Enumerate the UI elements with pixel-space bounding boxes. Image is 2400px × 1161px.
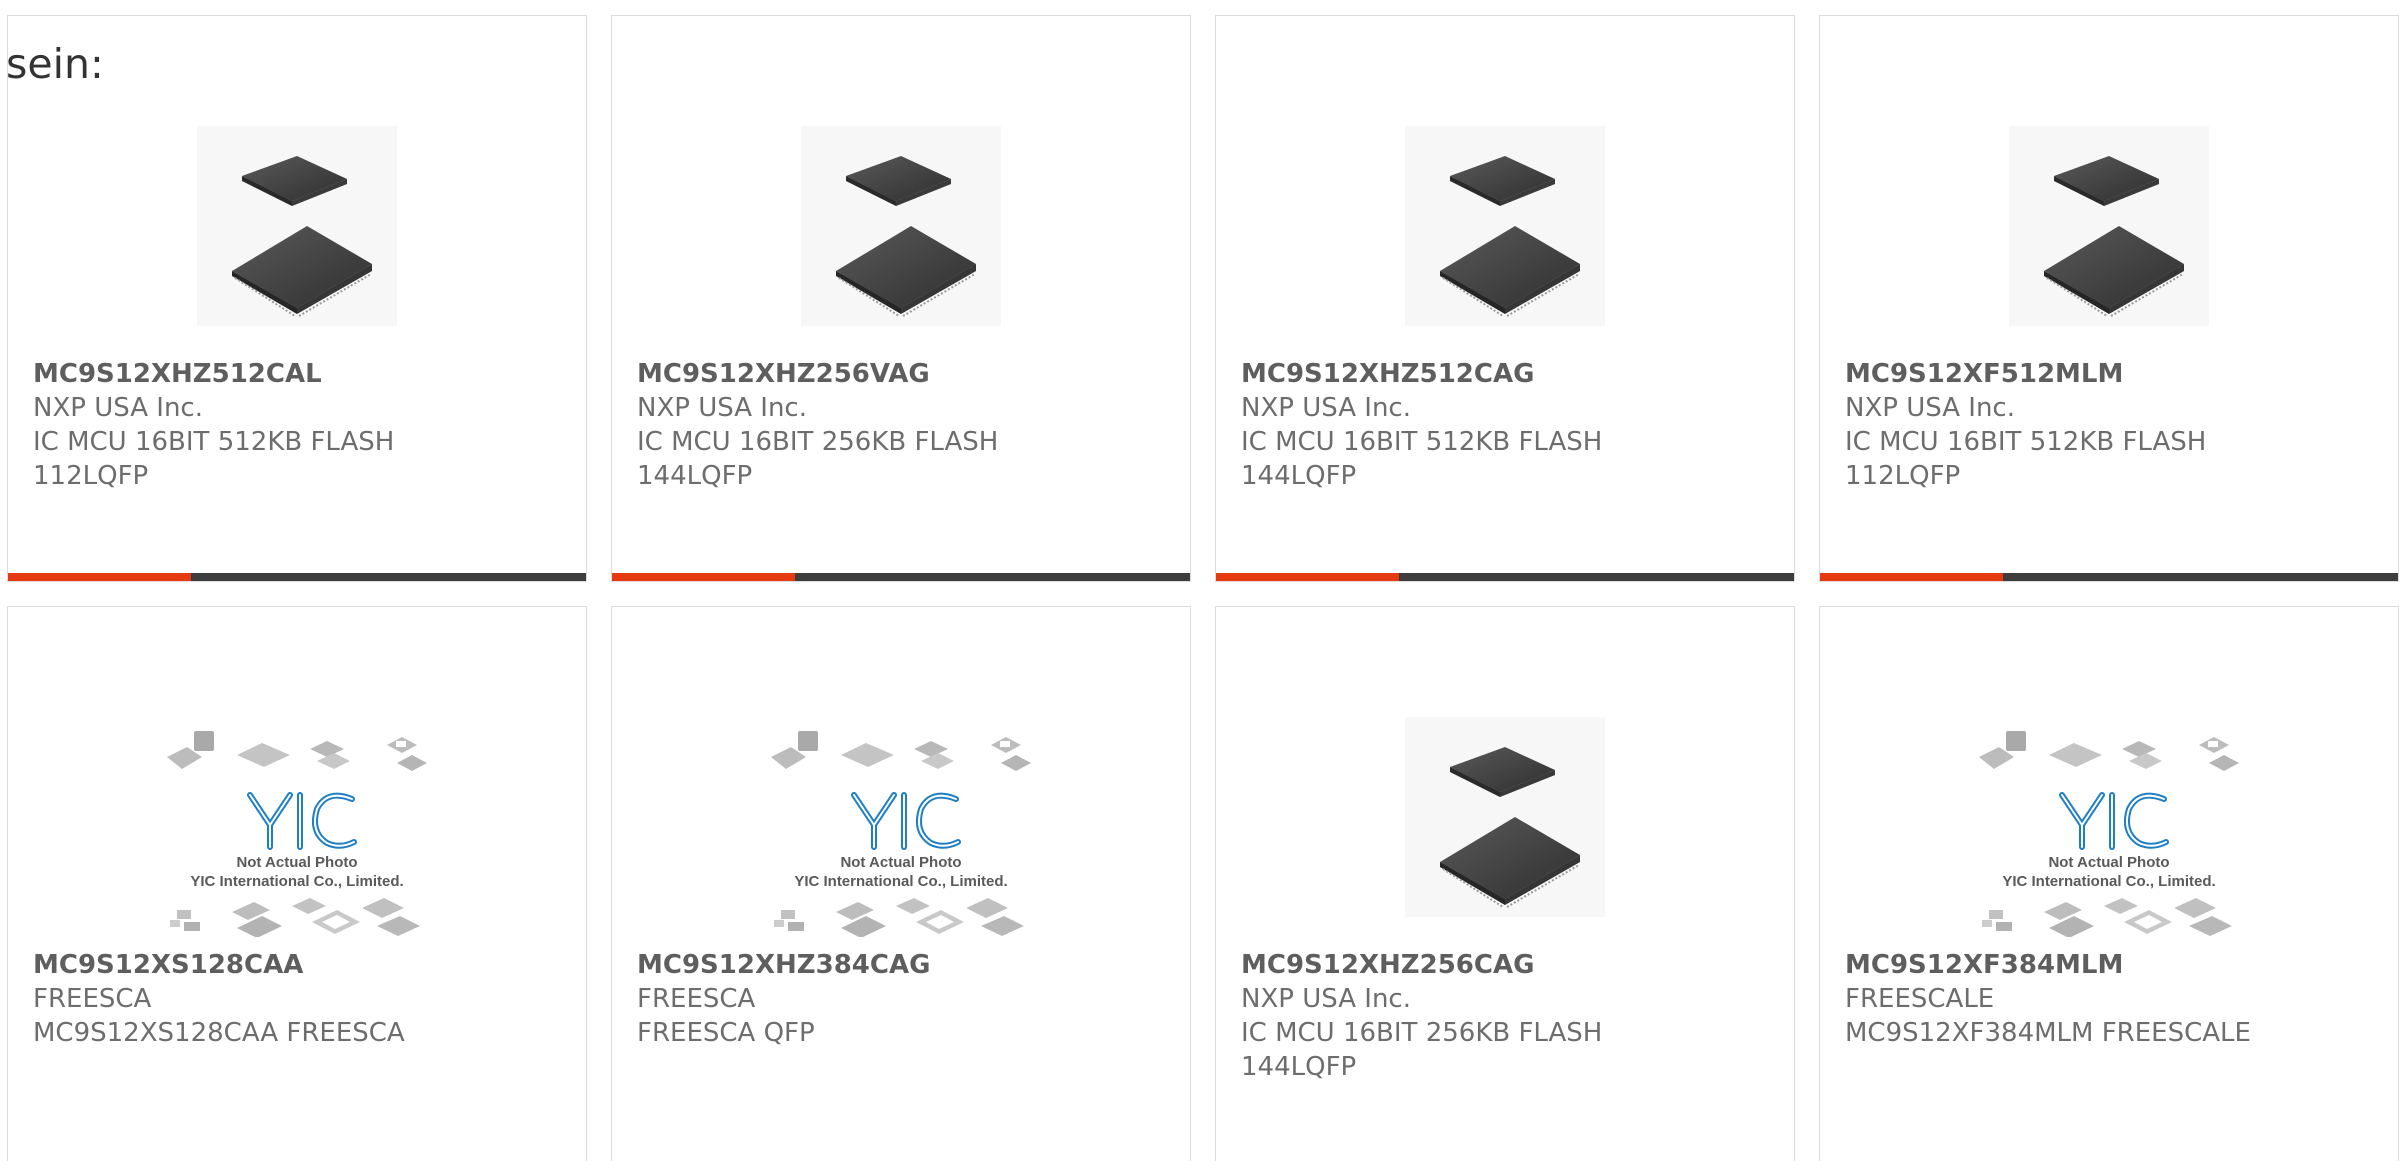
manufacturer: FREESCALE: [1845, 984, 1995, 1014]
section-heading: sein:: [6, 40, 104, 88]
product-info: MC9S12XHZ256CAG NXP USA Inc. IC MCU 16BI…: [1241, 948, 1761, 1084]
part-number-link[interactable]: MC9S12XHZ512CAG: [1241, 357, 1761, 391]
description: IC MCU 16BIT 256KB FLASH: [1241, 1018, 1603, 1048]
package: 112LQFP: [33, 461, 149, 491]
manufacturer: NXP USA Inc.: [1241, 984, 1411, 1014]
product-card[interactable]: Not Actual Photo YIC International Co., …: [611, 606, 1191, 1161]
product-card[interactable]: MC9S12XHZ256VAG NXP USA Inc. IC MCU 16BI…: [611, 15, 1191, 582]
manufacturer: NXP USA Inc.: [1845, 393, 2015, 423]
card-bottom-bar: [1216, 573, 1794, 581]
package: 112LQFP: [1845, 461, 1961, 491]
product-grid: MC9S12XHZ512CAL NXP USA Inc. IC MCU 16BI…: [7, 15, 2400, 1161]
product-card[interactable]: Not Actual Photo YIC International Co., …: [1819, 606, 2399, 1161]
description: IC MCU 16BIT 512KB FLASH: [1845, 427, 2207, 457]
placeholder-line1: Not Actual Photo: [840, 854, 961, 871]
placeholder-line2: YIC International Co., Limited.: [2002, 873, 2215, 890]
manufacturer: FREESCA: [637, 984, 756, 1014]
part-number-link[interactable]: MC9S12XHZ384CAG: [637, 948, 1157, 982]
part-number-link[interactable]: MC9S12XHZ256CAG: [1241, 948, 1761, 982]
not-actual-photo-icon: Not Actual Photo YIC International Co., …: [1979, 731, 2239, 937]
not-actual-photo-icon: Not Actual Photo YIC International Co., …: [167, 731, 427, 937]
product-card[interactable]: Not Actual Photo YIC International Co., …: [7, 606, 587, 1161]
product-info: MC9S12XHZ256VAG NXP USA Inc. IC MCU 16BI…: [637, 357, 1157, 493]
qfp-chip-icon: [801, 126, 1001, 326]
product-image[interactable]: Not Actual Photo YIC International Co., …: [8, 657, 586, 977]
package: 144LQFP: [1241, 461, 1357, 491]
qfp-chip-icon: [197, 126, 397, 326]
qfp-chip-icon: [2009, 126, 2209, 326]
product-info: MC9S12XS128CAA FREESCA MC9S12XS128CAA FR…: [33, 948, 553, 1050]
card-accent: [8, 573, 191, 581]
placeholder-line2: YIC International Co., Limited.: [190, 873, 403, 890]
placeholder-line1: Not Actual Photo: [2048, 854, 2169, 871]
qfp-chip-icon: [1405, 126, 1605, 326]
product-image[interactable]: [1216, 66, 1794, 386]
description: IC MCU 16BIT 256KB FLASH: [637, 427, 999, 457]
product-card[interactable]: MC9S12XHZ256CAG NXP USA Inc. IC MCU 16BI…: [1215, 606, 1795, 1161]
part-number-link[interactable]: MC9S12XS128CAA: [33, 948, 553, 982]
product-info: MC9S12XHZ512CAG NXP USA Inc. IC MCU 16BI…: [1241, 357, 1761, 493]
placeholder-line1: Not Actual Photo: [236, 854, 357, 871]
not-actual-photo-icon: Not Actual Photo YIC International Co., …: [771, 731, 1031, 937]
part-number-link[interactable]: MC9S12XHZ256VAG: [637, 357, 1157, 391]
part-number-link[interactable]: MC9S12XF384MLM: [1845, 948, 2365, 982]
product-card[interactable]: MC9S12XHZ512CAG NXP USA Inc. IC MCU 16BI…: [1215, 15, 1795, 582]
card-accent: [1820, 573, 2003, 581]
part-number-link[interactable]: MC9S12XF512MLM: [1845, 357, 2365, 391]
product-grid-page: sein: MC9S12XHZ512CAL NXP USA Inc. IC MC…: [0, 0, 2400, 1161]
package: 144LQFP: [637, 461, 753, 491]
manufacturer: NXP USA Inc.: [637, 393, 807, 423]
manufacturer: NXP USA Inc.: [33, 393, 203, 423]
description: IC MCU 16BIT 512KB FLASH: [33, 427, 395, 457]
description: FREESCA QFP: [637, 1018, 815, 1048]
card-accent: [612, 573, 795, 581]
package: 144LQFP: [1241, 1052, 1357, 1082]
product-card[interactable]: MC9S12XF512MLM NXP USA Inc. IC MCU 16BIT…: [1819, 15, 2399, 582]
description: MC9S12XS128CAA FREESCA: [33, 1018, 405, 1048]
product-info: MC9S12XHZ384CAG FREESCA FREESCA QFP: [637, 948, 1157, 1050]
product-card[interactable]: MC9S12XHZ512CAL NXP USA Inc. IC MCU 16BI…: [7, 15, 587, 582]
product-info: MC9S12XF512MLM NXP USA Inc. IC MCU 16BIT…: [1845, 357, 2365, 493]
product-image[interactable]: Not Actual Photo YIC International Co., …: [1820, 657, 2398, 977]
description: MC9S12XF384MLM FREESCALE: [1845, 1018, 2251, 1048]
product-image[interactable]: [8, 66, 586, 386]
product-info: MC9S12XF384MLM FREESCALE MC9S12XF384MLM …: [1845, 948, 2365, 1050]
manufacturer: NXP USA Inc.: [1241, 393, 1411, 423]
manufacturer: FREESCA: [33, 984, 152, 1014]
card-bottom-bar: [8, 573, 586, 581]
part-number-link[interactable]: MC9S12XHZ512CAL: [33, 357, 553, 391]
card-bottom-bar: [612, 573, 1190, 581]
product-image[interactable]: [1820, 66, 2398, 386]
product-image[interactable]: Not Actual Photo YIC International Co., …: [612, 657, 1190, 977]
card-accent: [1216, 573, 1399, 581]
product-info: MC9S12XHZ512CAL NXP USA Inc. IC MCU 16BI…: [33, 357, 553, 493]
card-bottom-bar: [1820, 573, 2398, 581]
description: IC MCU 16BIT 512KB FLASH: [1241, 427, 1603, 457]
qfp-chip-icon: [1405, 717, 1605, 917]
placeholder-line2: YIC International Co., Limited.: [794, 873, 1007, 890]
product-image[interactable]: [612, 66, 1190, 386]
product-image[interactable]: [1216, 657, 1794, 977]
